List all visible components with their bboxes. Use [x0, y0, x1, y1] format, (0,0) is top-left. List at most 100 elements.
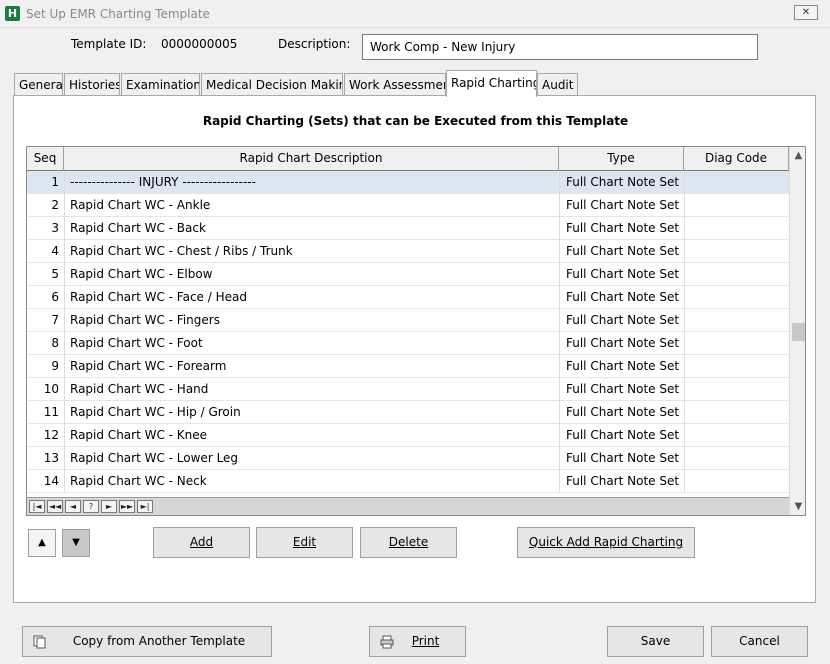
row-diag-code: [684, 171, 789, 194]
table-row[interactable]: 9 Rapid Chart WC - Forearm Full Chart No…: [27, 355, 789, 378]
table-row[interactable]: 8 Rapid Chart WC - Foot Full Chart Note …: [27, 332, 789, 355]
tab-examinations[interactable]: Examinations: [121, 73, 200, 96]
row-type: Full Chart Note Set: [559, 286, 684, 309]
table-row[interactable]: 5 Rapid Chart WC - Elbow Full Chart Note…: [27, 263, 789, 286]
table-row[interactable]: 11 Rapid Chart WC - Hip / Groin Full Cha…: [27, 401, 789, 424]
cancel-button-label: Cancel: [739, 634, 780, 648]
column-header-type[interactable]: Type: [559, 147, 684, 171]
row-description: Rapid Chart WC - Back: [64, 217, 559, 240]
row-diag-code: [684, 217, 789, 240]
scroll-thumb[interactable]: [792, 323, 805, 341]
tab-rapid-charting[interactable]: Rapid Charting: [446, 70, 537, 97]
row-type: Full Chart Note Set: [559, 309, 684, 332]
quick-add-rapid-charting-button[interactable]: Quick Add Rapid Charting: [517, 527, 695, 558]
table-row[interactable]: 7 Rapid Chart WC - Fingers Full Chart No…: [27, 309, 789, 332]
rapid-chart-grid: Seq Rapid Chart Description Type Diag Co…: [26, 146, 806, 516]
template-id-label: Template ID:: [71, 37, 147, 51]
template-id-value: 0000000005: [161, 37, 238, 51]
row-diag-code: [684, 309, 789, 332]
scroll-down-icon[interactable]: ▼: [790, 498, 805, 515]
row-diag-code: [684, 470, 789, 493]
row-description: Rapid Chart WC - Neck: [64, 470, 559, 493]
column-header-diag-code[interactable]: Diag Code: [684, 147, 789, 171]
nav-help-button[interactable]: ?: [83, 500, 99, 513]
row-seq: 8: [51, 336, 59, 350]
row-seq: 4: [51, 244, 59, 258]
row-type: Full Chart Note Set: [559, 355, 684, 378]
tab-audit[interactable]: Audit: [537, 73, 578, 96]
table-row[interactable]: 12 Rapid Chart WC - Knee Full Chart Note…: [27, 424, 789, 447]
column-header-seq[interactable]: Seq: [27, 147, 64, 171]
row-description: Rapid Chart WC - Knee: [64, 424, 559, 447]
description-field[interactable]: Work Comp - New Injury: [362, 34, 758, 60]
add-button[interactable]: Add: [153, 527, 250, 558]
row-seq: 3: [51, 221, 59, 235]
row-type: Full Chart Note Set: [559, 447, 684, 470]
row-type: Full Chart Note Set: [559, 217, 684, 240]
tab-medical-decision-making[interactable]: Medical Decision Making: [201, 73, 343, 96]
vertical-scrollbar[interactable]: ▲ ▼: [789, 147, 805, 515]
table-row[interactable]: 4 Rapid Chart WC - Chest / Ribs / Trunk …: [27, 240, 789, 263]
nav-first-button[interactable]: |◄: [29, 500, 45, 513]
row-seq: 12: [43, 428, 59, 442]
row-type: Full Chart Note Set: [559, 240, 684, 263]
row-type: Full Chart Note Set: [559, 424, 684, 447]
row-seq: 10: [43, 382, 59, 396]
tab-histories[interactable]: Histories: [64, 73, 120, 96]
edit-button-label: Edit: [292, 535, 317, 549]
row-seq: 2: [51, 198, 59, 212]
rapid-charting-panel: Rapid Charting (Sets) that can be Execut…: [13, 95, 816, 603]
copy-icon: [33, 635, 46, 649]
print-button[interactable]: Print: [369, 626, 466, 657]
table-row[interactable]: 2 Rapid Chart WC - Ankle Full Chart Note…: [27, 194, 789, 217]
nav-prev-page-button[interactable]: ◄◄: [47, 500, 63, 513]
title-bar: H Set Up EMR Charting Template ✕: [0, 0, 830, 28]
nav-prev-button[interactable]: ◄: [65, 500, 81, 513]
row-seq: 5: [51, 267, 59, 281]
row-seq: 13: [43, 451, 59, 465]
delete-button[interactable]: Delete: [360, 527, 457, 558]
print-button-label: Print: [411, 634, 440, 648]
row-diag-code: [684, 378, 789, 401]
table-row[interactable]: 1 --------------- INJURY ---------------…: [27, 171, 789, 194]
move-down-button[interactable]: ▼: [62, 529, 90, 557]
triangle-up-icon: ▲: [38, 537, 46, 548]
save-button[interactable]: Save: [607, 626, 704, 657]
row-description: Rapid Chart WC - Chest / Ribs / Trunk: [64, 240, 559, 263]
table-row[interactable]: 14 Rapid Chart WC - Neck Full Chart Note…: [27, 470, 789, 493]
copy-from-template-button[interactable]: Copy from Another Template: [22, 626, 272, 657]
row-diag-code: [684, 424, 789, 447]
row-description: Rapid Chart WC - Fingers: [64, 309, 559, 332]
add-button-label: Add: [189, 535, 214, 549]
grid-header: Seq Rapid Chart Description Type Diag Co…: [27, 147, 789, 171]
delete-button-label: Delete: [388, 535, 429, 549]
tab-general[interactable]: General: [14, 73, 63, 96]
nav-next-button[interactable]: ►: [101, 500, 117, 513]
row-diag-code: [684, 240, 789, 263]
close-button[interactable]: ✕: [794, 5, 818, 20]
row-description: Rapid Chart WC - Face / Head: [64, 286, 559, 309]
column-header-description[interactable]: Rapid Chart Description: [64, 147, 559, 171]
quick-add-button-label: Quick Add Rapid Charting: [528, 535, 684, 549]
nav-last-button[interactable]: ►|: [137, 500, 153, 513]
edit-button[interactable]: Edit: [256, 527, 353, 558]
move-up-button[interactable]: ▲: [28, 529, 56, 557]
app-logo-icon: H: [5, 6, 20, 21]
row-description: --------------- INJURY -----------------: [64, 171, 559, 194]
printer-icon: [380, 635, 394, 649]
row-type: Full Chart Note Set: [559, 194, 684, 217]
row-description: Rapid Chart WC - Hand: [64, 378, 559, 401]
row-diag-code: [684, 355, 789, 378]
table-row[interactable]: 6 Rapid Chart WC - Face / Head Full Char…: [27, 286, 789, 309]
table-row[interactable]: 13 Rapid Chart WC - Lower Leg Full Chart…: [27, 447, 789, 470]
nav-next-page-button[interactable]: ►►: [119, 500, 135, 513]
cancel-button[interactable]: Cancel: [711, 626, 808, 657]
row-diag-code: [684, 263, 789, 286]
table-row[interactable]: 10 Rapid Chart WC - Hand Full Chart Note…: [27, 378, 789, 401]
scroll-up-icon[interactable]: ▲: [790, 147, 805, 164]
table-row[interactable]: 3 Rapid Chart WC - Back Full Chart Note …: [27, 217, 789, 240]
row-diag-code: [684, 286, 789, 309]
description-label: Description:: [278, 37, 351, 51]
tab-work-assessment[interactable]: Work Assessment: [344, 73, 446, 96]
row-description: Rapid Chart WC - Elbow: [64, 263, 559, 286]
